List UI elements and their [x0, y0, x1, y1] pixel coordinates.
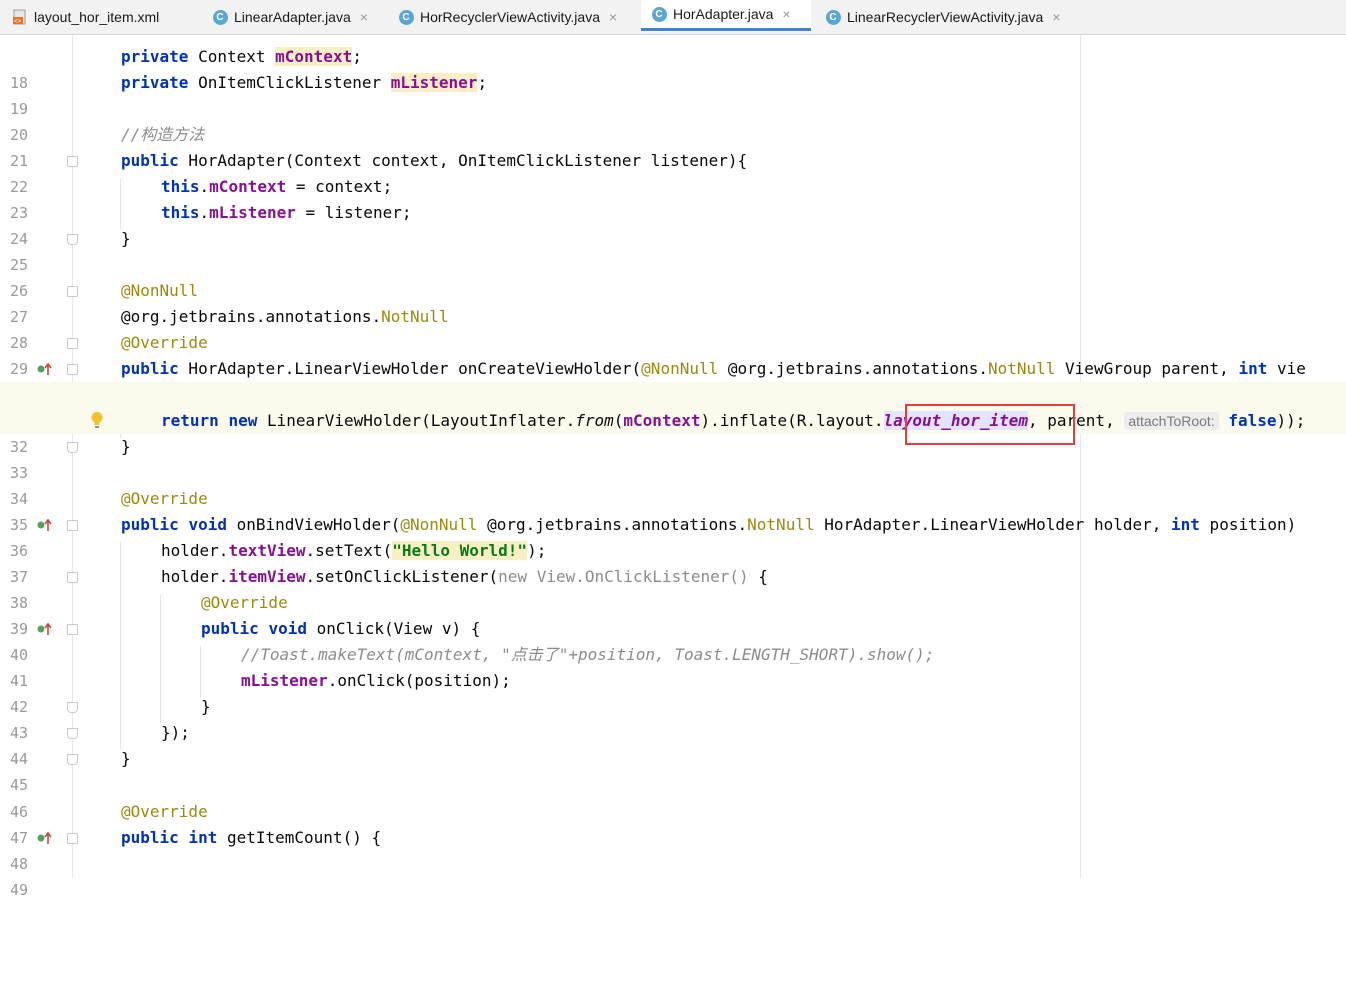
- tab-label: layout_hor_item.xml: [34, 9, 160, 25]
- code-line[interactable]: 20: [0, 96, 1346, 144]
- override-method-icon[interactable]: [37, 518, 53, 532]
- code-line[interactable]: 19 private OnItemClickListener mListener…: [0, 70, 1346, 118]
- code-line[interactable]: 25 }: [0, 226, 1346, 274]
- class-icon: C: [825, 9, 841, 25]
- code-line[interactable]: 42 mListener.onClick(position);: [0, 668, 1346, 716]
- code-line[interactable]: 40 public void onClick(View v) {: [0, 616, 1346, 664]
- code-line[interactable]: 33 }: [0, 434, 1346, 482]
- code-line-current[interactable]: 32 return new LinearViewHolder(LayoutInf…: [0, 408, 1346, 456]
- fold-marker[interactable]: [67, 728, 78, 739]
- code-line[interactable]: 37 holder.textView.setText("Hello World!…: [0, 538, 1346, 586]
- code-line[interactable]: 26: [0, 252, 1346, 300]
- fold-marker[interactable]: [67, 156, 78, 167]
- fold-marker[interactable]: [67, 338, 78, 349]
- tab-label: HorRecyclerViewActivity.java: [420, 9, 600, 25]
- code-line[interactable]: 46: [0, 773, 1346, 821]
- close-icon[interactable]: ×: [360, 9, 368, 25]
- override-method-icon[interactable]: [37, 831, 53, 845]
- tab-label: LinearAdapter.java: [234, 9, 351, 25]
- code-line[interactable]: 18 private Context mContext;: [0, 44, 1346, 92]
- code-line[interactable]: 38 holder.itemView.setOnClickListener(ne…: [0, 564, 1346, 612]
- code-line[interactable]: 29 @Override: [0, 330, 1346, 378]
- code-line[interactable]: 34: [0, 460, 1346, 508]
- fold-marker[interactable]: [67, 572, 78, 583]
- tab-label: LinearRecyclerViewActivity.java: [847, 9, 1044, 25]
- code-line[interactable]: 27 @NonNull: [0, 278, 1346, 326]
- code-line[interactable]: 22 public HorAdapter(Context context, On…: [0, 148, 1346, 196]
- fold-marker[interactable]: [67, 702, 78, 713]
- line-number: 49: [9, 881, 28, 899]
- xml-file-icon: <>: [12, 9, 28, 25]
- code-line[interactable]: 49: [0, 851, 1346, 899]
- fold-marker[interactable]: [67, 833, 78, 844]
- fold-marker[interactable]: [67, 364, 78, 375]
- code-line[interactable]: 21 //构造方法: [0, 122, 1346, 170]
- editor-tab-bar: <> layout_hor_item.xml C LinearAdapter.j…: [0, 0, 1346, 35]
- code-line[interactable]: 36 public void onBindViewHolder(@NonNull…: [0, 512, 1346, 560]
- code-line[interactable]: 48 public int getItemCount() {: [0, 825, 1346, 873]
- parameter-hint: attachToRoot:: [1124, 412, 1219, 430]
- fold-marker[interactable]: [67, 234, 78, 245]
- tab-layout-hor-item-xml[interactable]: <> layout_hor_item.xml: [12, 0, 159, 34]
- tab-linear-adapter[interactable]: C LinearAdapter.java ×: [212, 0, 368, 34]
- tab-label: HorAdapter.java: [673, 6, 774, 22]
- close-icon[interactable]: ×: [782, 6, 790, 22]
- fold-marker[interactable]: [67, 442, 78, 453]
- fold-marker[interactable]: [67, 286, 78, 297]
- close-icon[interactable]: ×: [609, 9, 617, 25]
- code-line[interactable]: 23 this.mContext = context;: [0, 174, 1346, 222]
- fold-marker[interactable]: [67, 754, 78, 765]
- class-icon: C: [651, 6, 667, 22]
- code-line[interactable]: 43 }: [0, 694, 1346, 742]
- fold-marker[interactable]: [67, 520, 78, 531]
- layout-resource-reference[interactable]: layout_hor_item: [883, 411, 1028, 430]
- code-line[interactable]: 24 this.mListener = listener;: [0, 200, 1346, 248]
- override-method-icon[interactable]: [37, 622, 53, 636]
- fold-marker[interactable]: [67, 624, 78, 635]
- class-icon: C: [398, 9, 414, 25]
- code-line[interactable]: 47 @Override: [0, 799, 1346, 847]
- code-line[interactable]: 30 public HorAdapter.LinearViewHolder on…: [0, 356, 1346, 404]
- close-icon[interactable]: ×: [1052, 9, 1060, 25]
- tab-hor-recycler-view-activity[interactable]: C HorRecyclerViewActivity.java ×: [398, 0, 617, 34]
- lightbulb-icon[interactable]: [90, 411, 104, 429]
- class-icon: C: [212, 9, 228, 25]
- override-method-icon[interactable]: [37, 362, 53, 376]
- code-line[interactable]: 31: [0, 382, 1346, 430]
- svg-text:<>: <>: [14, 19, 22, 25]
- code-line[interactable]: 28 @org.jetbrains.annotations.NotNull: [0, 304, 1346, 352]
- code-line[interactable]: 35 @Override: [0, 486, 1346, 534]
- code-line[interactable]: 45 }: [0, 746, 1346, 794]
- tab-linear-recycler-view-activity[interactable]: C LinearRecyclerViewActivity.java ×: [825, 0, 1061, 34]
- code-line[interactable]: 39 @Override: [0, 590, 1346, 638]
- code-line[interactable]: 44 });: [0, 720, 1346, 768]
- tab-hor-adapter[interactable]: C HorAdapter.java ×: [641, 0, 811, 31]
- code-line[interactable]: 41 //Toast.makeText(mContext, "点击了"+posi…: [0, 642, 1346, 690]
